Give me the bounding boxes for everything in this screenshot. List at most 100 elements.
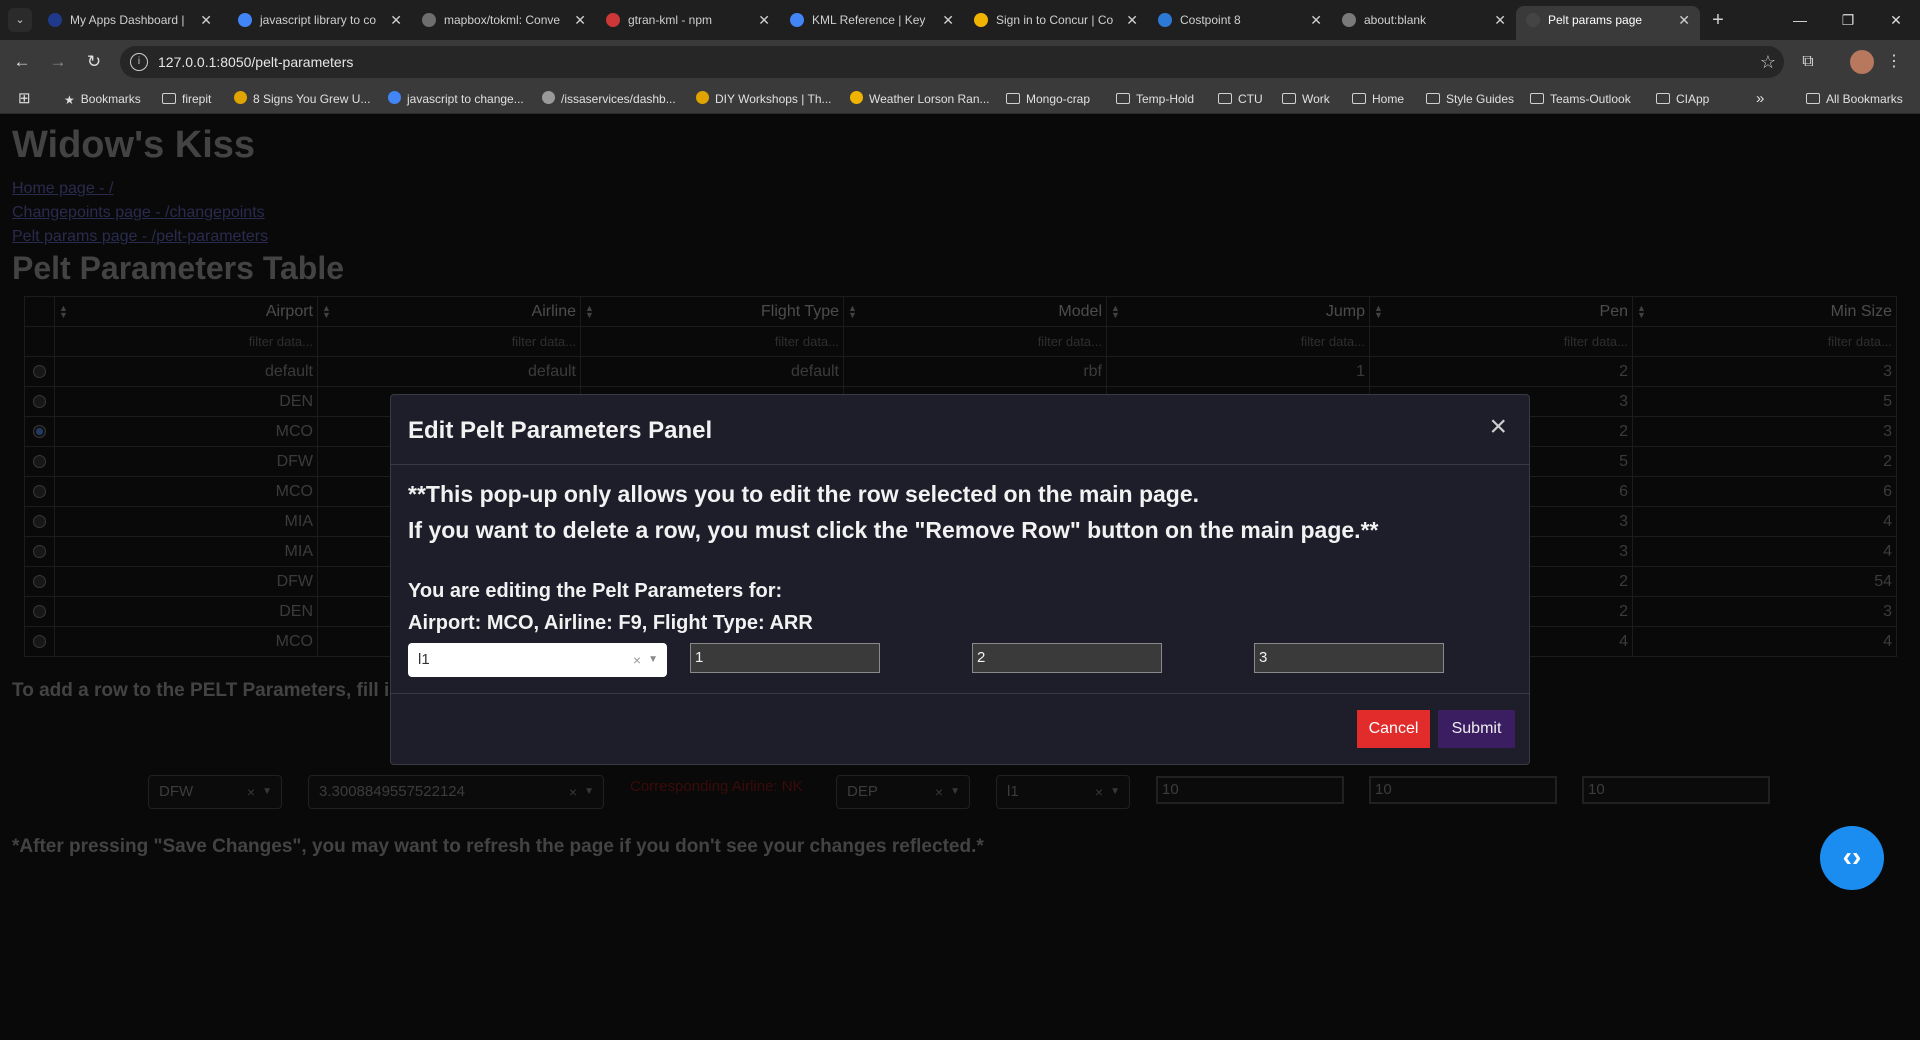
- bookmark-item[interactable]: CIApp: [1656, 84, 1709, 114]
- tab-title: Pelt params page: [1548, 13, 1643, 27]
- tab-title: mapbox/tokml: Conve: [444, 13, 561, 27]
- close-window-button[interactable]: ✕: [1872, 0, 1920, 40]
- model-select-value: l1: [418, 651, 430, 668]
- tab-title: Sign in to Concur | Co: [996, 13, 1114, 27]
- modal-warning-line-2: If you want to delete a row, you must cl…: [408, 517, 1379, 543]
- globe-icon: [542, 91, 555, 104]
- tab-favicon-icon: [48, 13, 62, 27]
- jump-input[interactable]: 1: [690, 643, 880, 673]
- more-bookmarks-chevron-icon[interactable]: »: [1756, 84, 1764, 114]
- apps-grid-icon[interactable]: ⊞: [18, 84, 31, 114]
- browser-tab[interactable]: javascript library to co ✕: [228, 6, 412, 34]
- tab-favicon-icon: [790, 13, 804, 27]
- tab-close-icon[interactable]: ✕: [200, 6, 212, 34]
- tab-favicon-icon: [974, 13, 988, 27]
- bookmark-item[interactable]: Home: [1352, 84, 1404, 114]
- browser-tab[interactable]: about:blank ✕: [1332, 6, 1516, 34]
- modal-warning-line-1: **This pop-up only allows you to edit th…: [408, 481, 1200, 507]
- profile-avatar[interactable]: [1850, 50, 1874, 74]
- tab-close-icon[interactable]: ✕: [1678, 6, 1690, 34]
- tab-favicon-icon: [422, 13, 436, 27]
- browser-tab[interactable]: mapbox/tokml: Conve ✕: [412, 6, 596, 34]
- min-size-input[interactable]: 3: [1254, 643, 1444, 673]
- site-icon: [696, 91, 709, 104]
- clear-icon[interactable]: ×: [633, 643, 641, 677]
- tab-favicon-icon: [238, 13, 252, 27]
- menu-kebab-icon[interactable]: ⋮: [1880, 48, 1908, 76]
- folder-icon: [1282, 93, 1296, 104]
- submit-button[interactable]: Submit: [1438, 710, 1515, 748]
- back-button[interactable]: ←: [8, 48, 36, 76]
- bookmark-star-icon[interactable]: ☆: [1760, 46, 1776, 78]
- bookmark-item[interactable]: javascript to change...: [388, 84, 524, 114]
- bookmark-item[interactable]: Weather Lorson Ran...: [850, 84, 990, 114]
- bookmark-item[interactable]: Work: [1282, 84, 1330, 114]
- tab-close-icon[interactable]: ✕: [1126, 6, 1138, 34]
- tab-close-icon[interactable]: ✕: [1494, 6, 1506, 34]
- reload-button[interactable]: ↻: [80, 48, 108, 76]
- bookmark-label: Bookmarks: [80, 92, 141, 106]
- browser-tab[interactable]: Costpoint 8 ✕: [1148, 6, 1332, 34]
- bookmark-item[interactable]: firepit: [162, 84, 211, 114]
- tab-search-button[interactable]: ⌄: [8, 8, 32, 32]
- cancel-button[interactable]: Cancel: [1357, 710, 1430, 748]
- url-text[interactable]: 127.0.0.1:8050/pelt-parameters: [158, 46, 353, 78]
- close-icon[interactable]: ×: [1489, 411, 1507, 443]
- browser-toolbar: ← → ↻ i 127.0.0.1:8050/pelt-parameters ☆…: [0, 40, 1920, 84]
- tab-favicon-icon: [1158, 13, 1172, 27]
- bookmark-item[interactable]: 8 Signs You Grew U...: [234, 84, 370, 114]
- browser-tab[interactable]: Pelt params page ✕: [1516, 6, 1700, 40]
- tab-title: javascript library to co: [260, 13, 377, 27]
- bookmark-label: Teams-Outlook: [1550, 92, 1631, 106]
- browser-tab[interactable]: Sign in to Concur | Co ✕: [964, 6, 1148, 34]
- tab-title: gtran-kml - npm: [628, 13, 713, 27]
- tab-close-icon[interactable]: ✕: [1310, 6, 1322, 34]
- tab-close-icon[interactable]: ✕: [390, 6, 402, 34]
- folder-icon: [1218, 93, 1232, 104]
- bookmark-item[interactable]: Style Guides: [1426, 84, 1514, 114]
- forward-button[interactable]: →: [44, 48, 72, 76]
- code-toggle-button[interactable]: ‹›: [1820, 826, 1884, 890]
- editing-label: You are editing the Pelt Parameters for:: [408, 580, 783, 602]
- tab-close-icon[interactable]: ✕: [758, 6, 770, 34]
- address-bar[interactable]: i 127.0.0.1:8050/pelt-parameters ☆: [120, 46, 1784, 78]
- folder-icon: [1530, 93, 1544, 104]
- folder-icon: [1116, 93, 1130, 104]
- bookmark-label: CTU: [1238, 92, 1263, 106]
- tab-title: Costpoint 8: [1180, 13, 1241, 27]
- all-bookmarks-link[interactable]: All Bookmarks: [1806, 84, 1903, 114]
- modal-header: Edit Pelt Parameters Panel ×: [391, 395, 1529, 465]
- bookmarks-bar: ⊞ ★ Bookmarks firepit 8 Signs You Grew U...…: [0, 84, 1920, 114]
- tab-title: My Apps Dashboard |: [70, 13, 185, 27]
- editing-target: Airport: MCO, Airline: F9, Flight Type: …: [408, 612, 813, 634]
- bookmark-item[interactable]: DIY Workshops | Th...: [696, 84, 832, 114]
- bookmark-item[interactable]: Temp-Hold: [1116, 84, 1194, 114]
- tab-close-icon[interactable]: ✕: [574, 6, 586, 34]
- bookmark-item[interactable]: ★ Bookmarks: [64, 84, 141, 115]
- site-info-icon[interactable]: i: [130, 53, 148, 71]
- folder-icon: [1006, 93, 1020, 104]
- bookmark-item[interactable]: Teams-Outlook: [1530, 84, 1631, 114]
- browser-tab-bar: ⌄ My Apps Dashboard | ✕ javascript library…: [0, 0, 1920, 40]
- bookmark-item[interactable]: Mongo-crap: [1006, 84, 1090, 114]
- new-tab-button[interactable]: +: [1704, 6, 1732, 34]
- tab-title: KML Reference | Key: [812, 13, 926, 27]
- model-select[interactable]: l1 × ▼: [408, 643, 667, 677]
- bookmark-label: Style Guides: [1446, 92, 1515, 106]
- bookmark-item[interactable]: /issaservices/dashb...: [542, 84, 676, 114]
- minimize-button[interactable]: —: [1776, 0, 1824, 40]
- bookmark-label: firepit: [182, 92, 212, 106]
- bookmark-label: Mongo-crap: [1026, 92, 1091, 106]
- pen-input[interactable]: 2: [972, 643, 1162, 673]
- google-icon: [388, 91, 401, 104]
- browser-tab[interactable]: My Apps Dashboard | ✕: [38, 6, 222, 34]
- browser-tab[interactable]: gtran-kml - npm ✕: [596, 6, 780, 34]
- extensions-icon[interactable]: ⧉: [1794, 48, 1822, 76]
- bookmark-item[interactable]: CTU: [1218, 84, 1263, 114]
- bookmark-label: Temp-Hold: [1136, 92, 1195, 106]
- tab-close-icon[interactable]: ✕: [942, 6, 954, 34]
- folder-icon: [1352, 93, 1366, 104]
- restore-button[interactable]: ❐: [1824, 0, 1872, 40]
- chevron-down-icon[interactable]: ▼: [648, 643, 658, 677]
- browser-tab[interactable]: KML Reference | Key ✕: [780, 6, 964, 34]
